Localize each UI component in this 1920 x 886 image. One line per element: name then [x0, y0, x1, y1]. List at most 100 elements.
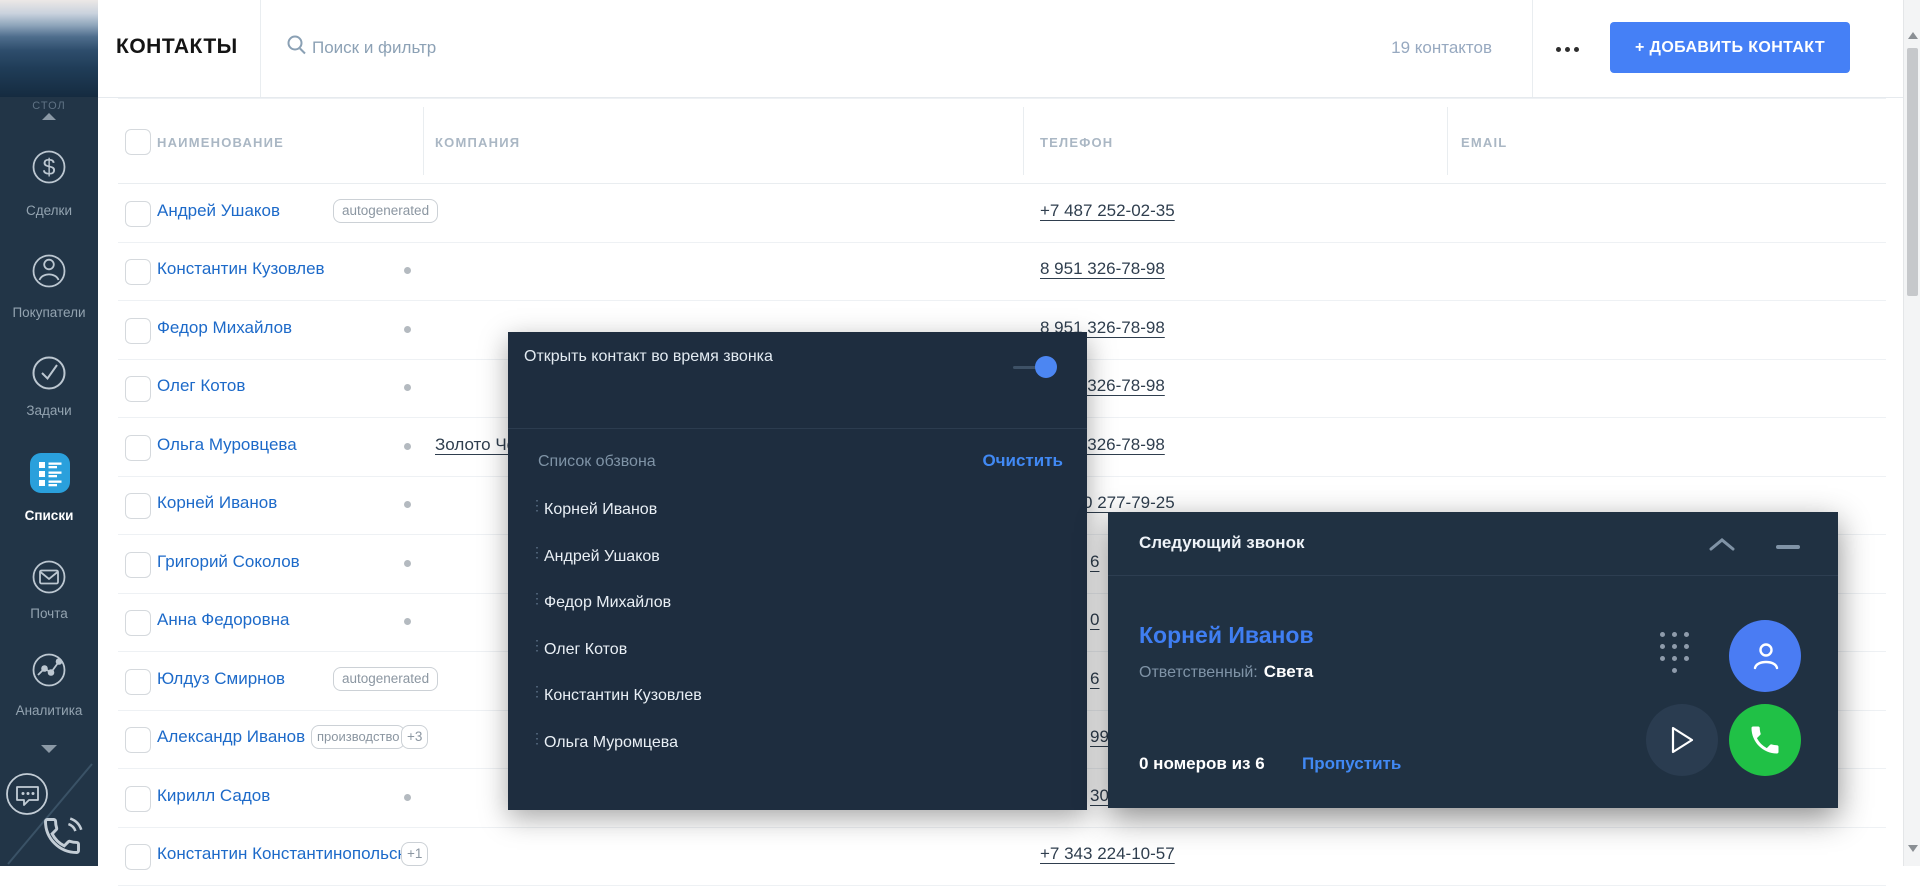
- open-contact-card-button[interactable]: [1729, 620, 1801, 692]
- call-list-item[interactable]: ⋮Константин Кузовлев: [508, 685, 1087, 709]
- drag-handle-icon: ⋮: [530, 593, 544, 603]
- open-contact-toggle[interactable]: [1035, 356, 1057, 378]
- contact-name-link[interactable]: Константин Константинопольский: [157, 844, 424, 864]
- contact-name-link[interactable]: Андрей Ушаков: [157, 201, 280, 221]
- row-checkbox[interactable]: [125, 493, 151, 519]
- phone-link-fragment[interactable]: 6: [1090, 552, 1099, 572]
- scrollbar-thumb[interactable]: [1907, 48, 1918, 296]
- row-checkbox[interactable]: [125, 435, 151, 461]
- call-list-item[interactable]: ⋮Федор Михайлов: [508, 592, 1087, 616]
- phone-link-fragment[interactable]: 0: [1090, 610, 1099, 630]
- row-checkbox[interactable]: [125, 727, 151, 753]
- responsible-label: Ответственный:: [1139, 664, 1258, 681]
- sidebar: СТОЛ $СделкиПокупателиЗадачиСпискиПочтаА…: [0, 0, 98, 866]
- sidebar-scroll-up-icon[interactable]: [42, 113, 56, 120]
- phone-link-fragment[interactable]: 6: [1090, 669, 1099, 689]
- more-options-icon[interactable]: [1556, 44, 1588, 54]
- sidebar-scroll-down-icon[interactable]: [41, 745, 57, 753]
- contact-name-link[interactable]: Константин Кузовлев: [157, 259, 325, 279]
- mail-icon: [27, 554, 71, 598]
- call-list-dropdown: Открыть контакт во время звонка Список о…: [508, 332, 1087, 810]
- sidebar-item-analytics[interactable]: [0, 647, 98, 696]
- scrollbar-up-icon[interactable]: [1908, 32, 1918, 39]
- contact-name-link[interactable]: Корней Иванов: [157, 493, 277, 513]
- phone-link-fragment[interactable]: 99: [1090, 727, 1109, 747]
- table-row: Константин Константинопольский+1+7 343 2…: [118, 827, 1886, 886]
- row-checkbox[interactable]: [125, 376, 151, 402]
- phone-link[interactable]: +7 343 224-10-57: [1040, 844, 1175, 864]
- contact-count: 19 контактов: [1362, 38, 1492, 58]
- drag-handle-icon: ⋮: [530, 640, 544, 650]
- contact-name-link[interactable]: Федор Михайлов: [157, 318, 292, 338]
- select-all-checkbox[interactable]: [125, 129, 151, 155]
- sidebar-item-buyers[interactable]: [0, 248, 98, 297]
- phone-link-fragment[interactable]: 30: [1090, 786, 1109, 806]
- column-header-email[interactable]: EMAIL: [1461, 135, 1507, 150]
- search-icon: [286, 34, 308, 56]
- phone-icon[interactable]: [40, 814, 84, 858]
- buyers-icon: [27, 248, 71, 292]
- phone-link[interactable]: 8 951 326-78-98: [1040, 259, 1165, 279]
- divider: [508, 428, 1087, 429]
- sidebar-item-tasks[interactable]: [0, 350, 98, 399]
- contact-name-link[interactable]: Александр Иванов: [157, 727, 305, 747]
- call-list-item-name: Константин Кузовлев: [544, 687, 702, 705]
- column-header-phone[interactable]: ТЕЛЕФОН: [1040, 135, 1113, 150]
- svg-text:$: $: [43, 154, 56, 180]
- tag-pill: производство: [311, 725, 405, 749]
- dialpad-dot: [1672, 632, 1677, 637]
- chat-icon[interactable]: [5, 772, 49, 816]
- dialpad-dot: [1684, 632, 1689, 637]
- play-icon: [1669, 725, 1695, 755]
- contact-name-link[interactable]: Григорий Соколов: [157, 552, 300, 572]
- dialpad-dot: [1660, 644, 1665, 649]
- call-button[interactable]: [1729, 704, 1801, 776]
- contact-name-link[interactable]: Ольга Муровцева: [157, 435, 297, 455]
- row-checkbox[interactable]: [125, 844, 151, 870]
- dialpad-dot: [1672, 644, 1677, 649]
- contact-name-link[interactable]: Анна Федоровна: [157, 610, 289, 630]
- skip-button[interactable]: Пропустить: [1302, 754, 1401, 774]
- deals-icon: $: [27, 144, 71, 188]
- add-contact-button[interactable]: + ДОБАВИТЬ КОНТАКТ: [1610, 22, 1850, 73]
- dialpad-icon[interactable]: [1660, 632, 1700, 680]
- sidebar-item-deals[interactable]: $: [0, 144, 98, 193]
- row-checkbox[interactable]: [125, 552, 151, 578]
- clear-call-list-button[interactable]: Очистить: [982, 451, 1063, 471]
- row-checkbox[interactable]: [125, 318, 151, 344]
- collapse-chevron-up-icon[interactable]: [1708, 537, 1736, 552]
- page-scrollbar[interactable]: [1903, 0, 1920, 866]
- row-checkbox[interactable]: [125, 669, 151, 695]
- call-list-item[interactable]: ⋮Олег Котов: [508, 639, 1087, 663]
- table-header-row: НАИМЕНОВАНИЕ КОМПАНИЯ ТЕЛЕФОН EMAIL: [118, 98, 1886, 184]
- collapsed-tag-dot: [404, 267, 411, 274]
- sidebar-item-label: Покупатели: [0, 305, 98, 320]
- next-call-panel-header: Следующий звонок: [1108, 512, 1838, 576]
- call-list-item[interactable]: ⋮Андрей Ушаков: [508, 546, 1087, 570]
- play-button[interactable]: [1646, 704, 1718, 776]
- contact-name-link[interactable]: Олег Котов: [157, 376, 245, 396]
- row-checkbox[interactable]: [125, 259, 151, 285]
- tag-more-pill: +3: [401, 725, 428, 749]
- row-checkbox[interactable]: [125, 610, 151, 636]
- column-divider: [423, 107, 424, 175]
- next-call-contact-link[interactable]: Корней Иванов: [1139, 622, 1314, 649]
- phone-link[interactable]: +7 487 252-02-35: [1040, 201, 1175, 221]
- minimize-icon[interactable]: [1776, 545, 1800, 549]
- header-divider: [260, 0, 261, 97]
- row-checkbox[interactable]: [125, 201, 151, 227]
- contact-name-link[interactable]: Юлдуз Смирнов: [157, 669, 285, 689]
- row-checkbox[interactable]: [125, 786, 151, 812]
- sidebar-item-mail[interactable]: [0, 554, 98, 603]
- dialpad-dot: [1660, 656, 1665, 661]
- sidebar-item-lists[interactable]: [0, 450, 98, 501]
- call-list-item-name: Федор Михайлов: [544, 594, 671, 612]
- column-header-name[interactable]: НАИМЕНОВАНИЕ: [157, 135, 284, 150]
- open-contact-toggle-label: Открыть контакт во время звонка: [524, 345, 844, 368]
- scrollbar-down-icon[interactable]: [1908, 845, 1918, 852]
- call-list-item[interactable]: ⋮Корней Иванов: [508, 499, 1087, 523]
- call-list-item[interactable]: ⋮Ольга Муромцева: [508, 732, 1087, 756]
- sidebar-top-label: СТОЛ: [0, 100, 98, 112]
- contact-name-link[interactable]: Кирилл Садов: [157, 786, 270, 806]
- column-header-company[interactable]: КОМПАНИЯ: [435, 135, 520, 150]
